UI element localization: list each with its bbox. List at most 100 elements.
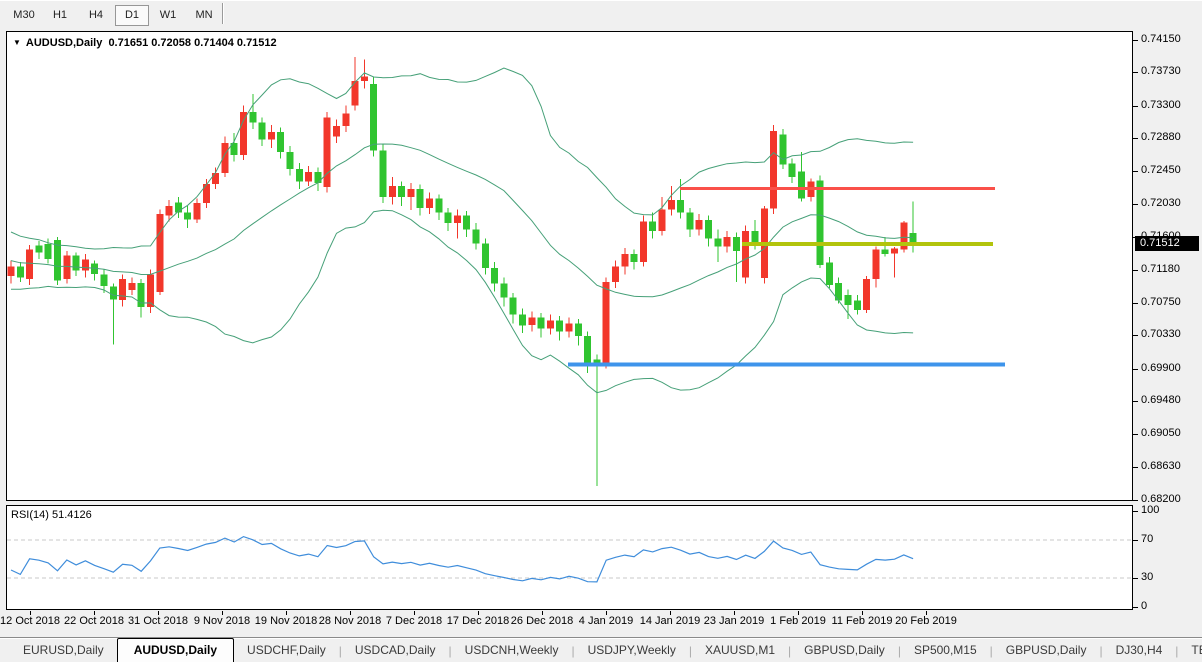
price-axis-label: 0.68630 bbox=[1141, 460, 1181, 472]
chart-tab-eurusd-daily[interactable]: EURUSD,Daily bbox=[10, 639, 117, 662]
chart-tab-usdjpy-weekly[interactable]: USDJPY,Weekly bbox=[575, 639, 689, 662]
price-axis-tick bbox=[1133, 500, 1138, 501]
tab-separator: | bbox=[898, 644, 901, 658]
candle-body bbox=[147, 274, 154, 307]
candle-body bbox=[631, 254, 638, 262]
candle-body bbox=[872, 250, 879, 279]
candle-body bbox=[333, 126, 340, 137]
candle-body bbox=[528, 318, 535, 326]
date-axis-label: 28 Nov 2018 bbox=[319, 615, 381, 627]
chart-tab-sp500-m15[interactable]: SP500,M15 bbox=[901, 639, 990, 662]
toolbar-separator bbox=[222, 3, 224, 24]
price-axis-tick bbox=[1133, 270, 1138, 271]
date-axis-label: 20 Feb 2019 bbox=[895, 615, 957, 627]
price-axis-tick bbox=[1133, 335, 1138, 336]
candle-body bbox=[556, 321, 563, 332]
candle-body bbox=[491, 268, 498, 284]
candle-body bbox=[63, 256, 70, 279]
date-axis-label: 11 Feb 2019 bbox=[832, 615, 893, 627]
timeframe-button-MN[interactable]: MN bbox=[187, 5, 221, 26]
date-axis-label: 4 Jan 2019 bbox=[579, 615, 633, 627]
candle-body bbox=[240, 112, 247, 155]
candle-body bbox=[82, 260, 89, 271]
rsi-line bbox=[11, 537, 913, 582]
candle-body bbox=[268, 132, 275, 140]
candle-body bbox=[426, 199, 433, 208]
candle-body bbox=[640, 222, 647, 262]
candle-body bbox=[817, 181, 824, 265]
tab-separator: | bbox=[788, 644, 791, 658]
candle-body bbox=[287, 152, 294, 169]
chart-tab-gbpusd-daily[interactable]: GBPUSD,Daily bbox=[993, 639, 1100, 662]
timeframe-button-D1[interactable]: D1 bbox=[115, 5, 149, 26]
rsi-axis-label: 70 bbox=[1141, 533, 1153, 545]
rsi-axis-label: 30 bbox=[1141, 571, 1153, 583]
candle-body bbox=[668, 200, 675, 209]
candle-body bbox=[314, 172, 321, 183]
candle-body bbox=[798, 171, 805, 198]
price-axis-label: 0.74150 bbox=[1141, 33, 1181, 45]
candle-body bbox=[26, 250, 33, 279]
chart-tab-usdcad-daily[interactable]: USDCAD,Daily bbox=[342, 639, 449, 662]
chart-tab-dj30-h4[interactable]: DJ30,H4 bbox=[1103, 639, 1176, 662]
candle-body bbox=[891, 249, 898, 254]
date-axis-label: 9 Nov 2018 bbox=[194, 615, 250, 627]
candle-body bbox=[73, 256, 80, 271]
candle-body bbox=[54, 240, 61, 280]
price-axis-label: 0.73730 bbox=[1141, 65, 1181, 77]
bollinger-upper-band bbox=[11, 68, 913, 249]
chart-tab-xauusd-m1[interactable]: XAUUSD,M1 bbox=[692, 639, 788, 662]
candle-body bbox=[249, 112, 256, 123]
date-axis-label: 12 Oct 2018 bbox=[0, 615, 60, 627]
tab-separator: | bbox=[1175, 644, 1178, 658]
price-axis-tick bbox=[1133, 40, 1138, 41]
price-axis-label: 0.72450 bbox=[1141, 164, 1181, 176]
price-axis-tick bbox=[1133, 204, 1138, 205]
mt4-window: { "toolbar": { "timeframes": ["M30", "H1… bbox=[0, 0, 1202, 662]
rsi-axis-tick bbox=[1133, 607, 1138, 608]
chart-tab-tech10[interactable]: TECH10 bbox=[1178, 639, 1202, 662]
candle-body bbox=[463, 216, 470, 230]
price-axis-label: 0.72880 bbox=[1141, 131, 1181, 143]
price-axis-tick bbox=[1133, 106, 1138, 107]
price-chart-panel[interactable] bbox=[6, 31, 1133, 501]
timeframe-button-M30[interactable]: M30 bbox=[7, 5, 41, 26]
date-axis-label: 23 Jan 2019 bbox=[704, 615, 765, 627]
price-axis-label: 0.69480 bbox=[1141, 394, 1181, 406]
date-axis-label: 22 Oct 2018 bbox=[64, 615, 124, 627]
price-axis-tick bbox=[1133, 401, 1138, 402]
date-axis-label: 19 Nov 2018 bbox=[255, 615, 317, 627]
candle-body bbox=[35, 246, 42, 253]
candle-body bbox=[547, 321, 554, 329]
timeframe-toolbar: M30H1H4D1W1MN bbox=[0, 0, 1202, 30]
date-axis-label: 26 Dec 2018 bbox=[511, 615, 573, 627]
candle-body bbox=[45, 244, 52, 259]
timeframe-button-H1[interactable]: H1 bbox=[43, 5, 77, 26]
tab-separator: | bbox=[339, 644, 342, 658]
candle-body bbox=[649, 222, 656, 231]
bollinger-middle-band bbox=[11, 144, 913, 297]
rsi-indicator-panel[interactable] bbox=[6, 505, 1133, 610]
price-chart-canvas[interactable] bbox=[7, 32, 1132, 500]
chart-tab-usdchf-daily[interactable]: USDCHF,Daily bbox=[234, 639, 339, 662]
timeframe-button-W1[interactable]: W1 bbox=[151, 5, 185, 26]
timeframe-button-H4[interactable]: H4 bbox=[79, 5, 113, 26]
chart-tab-gbpusd-daily[interactable]: GBPUSD,Daily bbox=[791, 639, 898, 662]
rsi-indicator-label: RSI(14) 51.4126 bbox=[11, 509, 92, 521]
candle-body bbox=[361, 76, 368, 81]
candle-body bbox=[724, 237, 731, 246]
candle-body bbox=[296, 169, 303, 181]
candle-body bbox=[277, 132, 284, 152]
rsi-axis-tick bbox=[1133, 578, 1138, 579]
tab-separator: | bbox=[1099, 644, 1102, 658]
chart-tab-audusd-daily[interactable]: AUDUSD,Daily bbox=[117, 638, 234, 662]
candle-body bbox=[882, 250, 889, 255]
rsi-axis-label: 100 bbox=[1141, 504, 1159, 516]
candle-body bbox=[612, 267, 619, 283]
candle-body bbox=[482, 243, 489, 268]
chart-tab-usdcnh-weekly[interactable]: USDCNH,Weekly bbox=[452, 639, 572, 662]
price-axis-label: 0.71180 bbox=[1141, 263, 1180, 275]
candle-body bbox=[621, 254, 628, 266]
candle-body bbox=[714, 239, 721, 247]
rsi-axis-tick bbox=[1133, 511, 1138, 512]
